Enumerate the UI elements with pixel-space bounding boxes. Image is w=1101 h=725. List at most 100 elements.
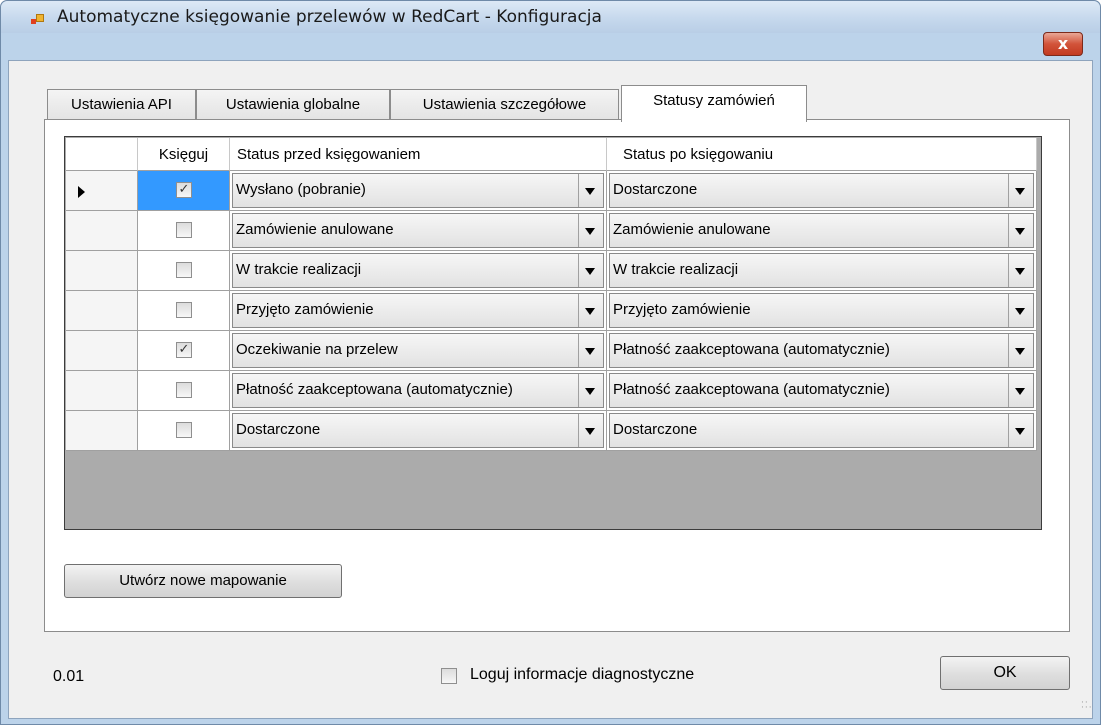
dropdown-button[interactable]	[578, 334, 603, 367]
dropdown-button[interactable]	[1008, 174, 1033, 207]
dropdown-button[interactable]	[578, 214, 603, 247]
row-header[interactable]	[66, 211, 138, 251]
tab-label: Ustawienia globalne	[225, 96, 361, 113]
dropdown-value: Zamówienie anulowane	[613, 221, 771, 238]
dropdown-button[interactable]	[1008, 254, 1033, 287]
status-before-cell: Zamówienie anulowane	[230, 211, 607, 251]
status-before-dropdown[interactable]: Wysłano (pobranie)	[232, 173, 604, 208]
tab-statusy-zamowien[interactable]: Statusy zamówień	[621, 85, 807, 122]
chevron-down-icon	[1015, 188, 1025, 195]
post-cell	[138, 211, 230, 251]
tab-ustawienia-api[interactable]: Ustawienia API	[47, 89, 196, 120]
dropdown-value: W trakcie realizacji	[236, 261, 362, 278]
dropdown-button[interactable]	[578, 294, 603, 327]
chevron-down-icon	[1015, 308, 1025, 315]
chevron-down-icon	[1015, 268, 1025, 275]
row-header[interactable]	[66, 251, 138, 291]
tab-page-statusy: Księguj Status przed księgowaniem Status…	[44, 119, 1070, 632]
status-after-dropdown[interactable]: Płatność zaakceptowana (automatycznie)	[609, 333, 1034, 368]
status-after-dropdown[interactable]: Przyjęto zamówienie	[609, 293, 1034, 328]
tab-ustawienia-globalne[interactable]: Ustawienia globalne	[196, 89, 390, 120]
status-after-dropdown[interactable]: W trakcie realizacji	[609, 253, 1034, 288]
status-after-dropdown[interactable]: Płatność zaakceptowana (automatycznie)	[609, 373, 1034, 408]
dropdown-value: Płatność zaakceptowana (automatycznie)	[613, 381, 890, 398]
diagnostics-checkbox[interactable]	[441, 668, 457, 684]
status-after-cell: Dostarczone	[607, 411, 1037, 451]
post-checkbox[interactable]	[176, 422, 192, 438]
chevron-down-icon	[1015, 348, 1025, 355]
post-cell	[138, 291, 230, 331]
status-before-dropdown[interactable]: Dostarczone	[232, 413, 604, 448]
dropdown-button[interactable]	[578, 414, 603, 447]
post-checkbox[interactable]	[176, 302, 192, 318]
chevron-down-icon	[1015, 228, 1025, 235]
dropdown-button[interactable]	[578, 174, 603, 207]
row-header[interactable]	[66, 171, 138, 211]
tab-ustawienia-szczegolowe[interactable]: Ustawienia szczegółowe	[390, 89, 619, 120]
status-before-dropdown[interactable]: Zamówienie anulowane	[232, 213, 604, 248]
current-row-pointer-icon	[78, 186, 85, 198]
dropdown-button[interactable]	[578, 254, 603, 287]
post-cell	[138, 371, 230, 411]
dropdown-value: Wysłano (pobranie)	[236, 181, 366, 198]
tab-label: Ustawienia szczegółowe	[422, 96, 587, 113]
dropdown-button[interactable]	[1008, 414, 1033, 447]
diagnostics-label[interactable]: Loguj informacje diagnostyczne	[470, 666, 694, 684]
chevron-down-icon	[585, 268, 595, 275]
status-after-dropdown[interactable]: Dostarczone	[609, 173, 1034, 208]
dropdown-value: Oczekiwanie na przelew	[236, 341, 398, 358]
status-before-dropdown[interactable]: Oczekiwanie na przelew	[232, 333, 604, 368]
status-after-cell: Płatność zaakceptowana (automatycznie)	[607, 331, 1037, 371]
dropdown-value: W trakcie realizacji	[613, 261, 739, 278]
app-icon	[31, 14, 45, 26]
status-before-cell: Wysłano (pobranie)	[230, 171, 607, 211]
chevron-down-icon	[585, 188, 595, 195]
status-before-dropdown[interactable]: Przyjęto zamówienie	[232, 293, 604, 328]
status-after-dropdown[interactable]: Dostarczone	[609, 413, 1034, 448]
ok-button[interactable]: OK	[940, 656, 1070, 690]
post-checkbox[interactable]	[176, 222, 192, 238]
chevron-down-icon	[1015, 388, 1025, 395]
dropdown-value: Płatność zaakceptowana (automatycznie)	[613, 341, 890, 358]
chevron-down-icon	[585, 428, 595, 435]
window-title: Automatyczne księgowanie przelewów w Red…	[57, 7, 602, 27]
post-checkbox[interactable]	[176, 262, 192, 278]
status-before-dropdown[interactable]: W trakcie realizacji	[232, 253, 604, 288]
title-bar[interactable]: Automatyczne księgowanie przelewów w Red…	[1, 1, 1100, 33]
row-header[interactable]	[66, 371, 138, 411]
status-before-cell: Dostarczone	[230, 411, 607, 451]
create-mapping-button[interactable]: Utwórz nowe mapowanie	[64, 564, 342, 598]
status-before-dropdown[interactable]: Płatność zaakceptowana (automatycznie)	[232, 373, 604, 408]
grid-corner-header	[66, 138, 138, 171]
tab-label: Ustawienia API	[71, 96, 172, 113]
chevron-down-icon	[1015, 428, 1025, 435]
resize-grip-icon[interactable]: ·· ···	[1081, 699, 1095, 715]
status-before-cell: W trakcie realizacji	[230, 251, 607, 291]
status-after-cell: Zamówienie anulowane	[607, 211, 1037, 251]
dropdown-button[interactable]	[1008, 334, 1033, 367]
post-cell	[138, 411, 230, 451]
status-after-cell: W trakcie realizacji	[607, 251, 1037, 291]
status-before-cell: Płatność zaakceptowana (automatycznie)	[230, 371, 607, 411]
post-checkbox[interactable]: ✓	[176, 182, 192, 198]
column-header-status-before[interactable]: Status przed księgowaniem	[230, 138, 607, 171]
column-header-status-after[interactable]: Status po księgowaniu	[607, 138, 1037, 171]
status-after-dropdown[interactable]: Zamówienie anulowane	[609, 213, 1034, 248]
dropdown-value: Zamówienie anulowane	[236, 221, 394, 238]
row-header[interactable]	[66, 291, 138, 331]
row-header[interactable]	[66, 331, 138, 371]
row-header[interactable]	[66, 411, 138, 451]
chevron-down-icon	[585, 348, 595, 355]
dropdown-button[interactable]	[1008, 374, 1033, 407]
dropdown-button[interactable]	[1008, 294, 1033, 327]
dropdown-value: Przyjęto zamówienie	[236, 301, 374, 318]
tab-label: Statusy zamówień	[653, 92, 775, 109]
dropdown-value: Dostarczone	[236, 421, 321, 438]
dropdown-button[interactable]	[578, 374, 603, 407]
dropdown-button[interactable]	[1008, 214, 1033, 247]
close-button[interactable]: x	[1043, 32, 1083, 56]
post-checkbox[interactable]	[176, 382, 192, 398]
column-header-post[interactable]: Księguj	[138, 138, 230, 171]
post-checkbox[interactable]: ✓	[176, 342, 192, 358]
status-before-cell: Oczekiwanie na przelew	[230, 331, 607, 371]
